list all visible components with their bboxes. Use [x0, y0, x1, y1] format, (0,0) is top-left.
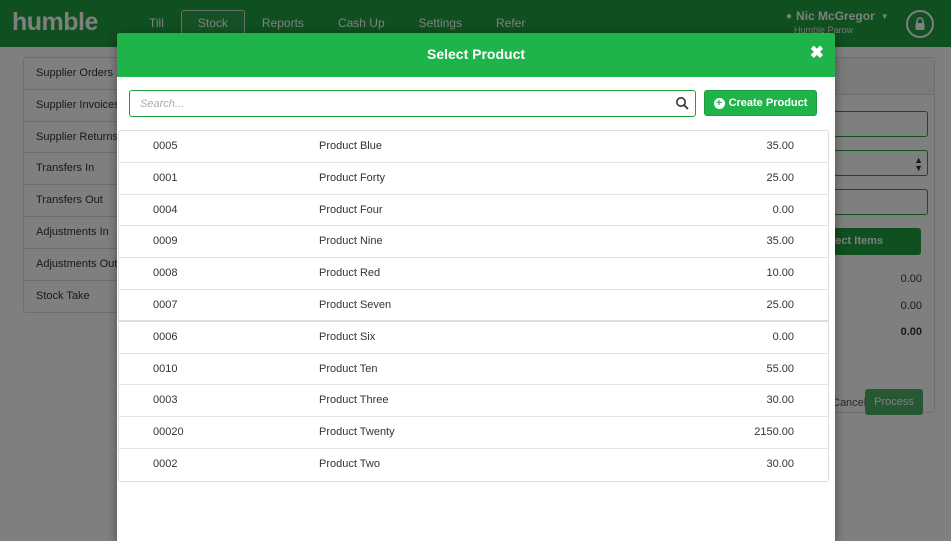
- product-code: 00020: [153, 426, 184, 439]
- product-row[interactable]: 0007 Product Seven 25.00: [119, 290, 828, 322]
- product-row[interactable]: 0002 Product Two 30.00: [119, 449, 828, 481]
- close-icon[interactable]: ✖: [810, 43, 824, 63]
- product-price: 0.00: [772, 330, 794, 343]
- product-code: 0001: [153, 171, 178, 184]
- product-row[interactable]: 0009 Product Nine 35.00: [119, 226, 828, 259]
- product-code: 0008: [153, 267, 178, 280]
- product-name: Product Forty: [319, 171, 386, 184]
- product-name: Product Four: [319, 203, 383, 216]
- product-price: 30.00: [766, 394, 794, 407]
- product-price: 25.00: [766, 298, 794, 311]
- product-list: 0005 Product Blue 35.00 0001 Product For…: [118, 130, 829, 482]
- product-row[interactable]: 0008 Product Red 10.00: [119, 258, 828, 290]
- product-price: 30.00: [766, 457, 794, 470]
- plus-circle-icon: +: [713, 97, 725, 109]
- product-price: 0.00: [772, 203, 794, 216]
- product-code: 0002: [153, 457, 178, 470]
- product-name: Product Red: [319, 267, 381, 280]
- product-code: 0009: [153, 235, 178, 248]
- product-code: 0007: [153, 298, 178, 311]
- search-input[interactable]: [130, 91, 660, 116]
- product-name: Product Three: [319, 394, 389, 407]
- product-code: 0005: [153, 140, 178, 152]
- modal-header: Select Product ✖: [117, 33, 835, 77]
- product-code: 0004: [153, 203, 178, 216]
- product-name: Product Nine: [319, 235, 383, 248]
- search-icon[interactable]: [675, 96, 689, 110]
- product-price: 55.00: [766, 362, 794, 375]
- modal-title: Select Product: [426, 46, 526, 62]
- product-price: 35.00: [766, 140, 794, 152]
- product-row[interactable]: 0003 Product Three 30.00: [119, 385, 828, 418]
- product-row[interactable]: 0005 Product Blue 35.00: [119, 131, 828, 163]
- product-name: Product Twenty: [319, 426, 395, 439]
- product-price: 25.00: [766, 171, 794, 184]
- product-row[interactable]: 0006 Product Six 0.00: [119, 322, 828, 354]
- search-field: [129, 90, 696, 117]
- product-code: 0010: [153, 362, 178, 375]
- product-price: 35.00: [766, 235, 794, 248]
- product-row[interactable]: 0004 Product Four 0.00: [119, 195, 828, 227]
- product-price: 10.00: [766, 267, 794, 280]
- product-row[interactable]: 0010 Product Ten 55.00: [119, 354, 828, 386]
- create-product-label: Create Product: [728, 97, 808, 109]
- product-name: Product Two: [319, 457, 380, 470]
- product-code: 0006: [153, 330, 178, 343]
- product-row[interactable]: 00020 Product Twenty 2150.00: [119, 417, 828, 449]
- product-name: Product Six: [319, 330, 376, 343]
- product-row[interactable]: 0001 Product Forty 25.00: [119, 163, 828, 195]
- select-product-modal: Select Product ✖ + Create Product 0005 P…: [117, 33, 835, 541]
- product-code: 0003: [153, 394, 178, 407]
- product-name: Product Blue: [319, 140, 382, 152]
- product-name: Product Ten: [319, 362, 378, 375]
- product-price: 2150.00: [754, 426, 794, 439]
- create-product-button[interactable]: + Create Product: [704, 90, 817, 116]
- product-name: Product Seven: [319, 298, 392, 311]
